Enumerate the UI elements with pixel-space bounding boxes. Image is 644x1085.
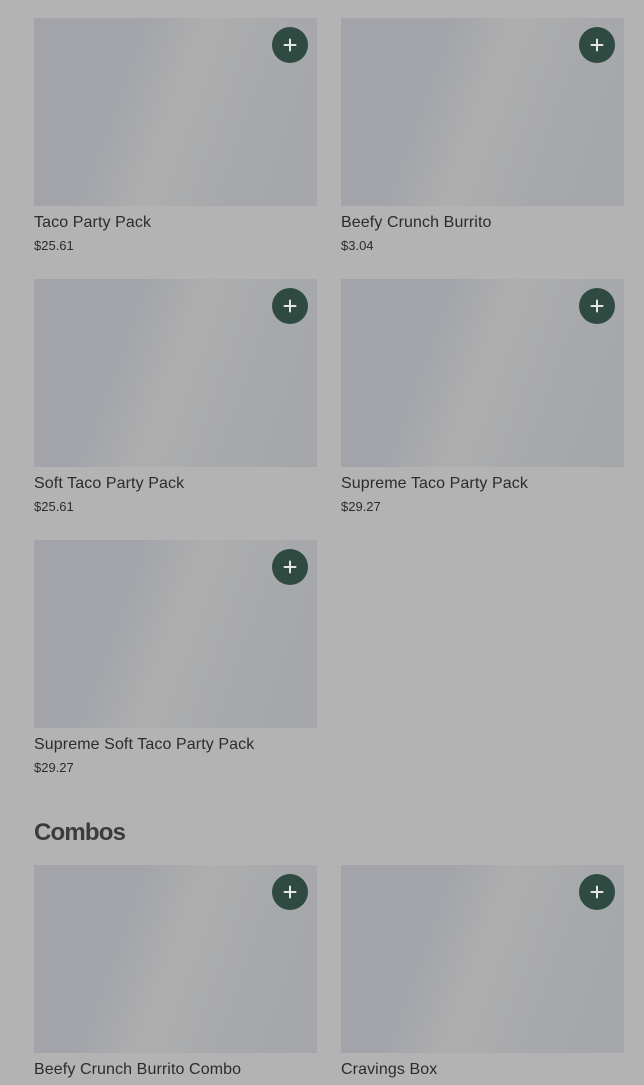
add-to-cart-button[interactable] (272, 27, 308, 63)
product-name[interactable]: Beefy Crunch Burrito (341, 213, 624, 233)
menu-page: Taco Party Pack $25.61 Beefy Crunch Burr… (0, 0, 644, 1085)
product-image[interactable] (341, 279, 624, 467)
add-to-cart-button[interactable] (579, 27, 615, 63)
add-to-cart-button[interactable] (579, 288, 615, 324)
plus-icon (283, 299, 297, 313)
plus-icon (283, 560, 297, 574)
product-card[interactable]: Soft Taco Party Pack $25.61 (34, 279, 317, 519)
plus-icon (283, 885, 297, 899)
section-title-combos: Combos (34, 819, 126, 846)
plus-icon (283, 38, 297, 52)
product-image[interactable] (34, 540, 317, 728)
product-price: $25.61 (34, 499, 74, 514)
product-image[interactable] (34, 279, 317, 467)
product-image[interactable] (34, 18, 317, 206)
product-card[interactable]: Supreme Taco Party Pack $29.27 (341, 279, 624, 519)
product-image[interactable] (34, 865, 317, 1053)
product-card[interactable]: Cravings Box (341, 865, 624, 1085)
product-image[interactable] (341, 865, 624, 1053)
product-name[interactable]: Cravings Box (341, 1060, 624, 1080)
product-price: $25.61 (34, 238, 74, 253)
product-grid: Taco Party Pack $25.61 Beefy Crunch Burr… (34, 18, 624, 780)
product-name[interactable]: Supreme Soft Taco Party Pack (34, 735, 317, 755)
plus-icon (590, 885, 604, 899)
combos-grid: Beefy Crunch Burrito Combo Cravings Box (34, 865, 624, 1085)
add-to-cart-button[interactable] (272, 288, 308, 324)
product-price: $3.04 (341, 238, 374, 253)
plus-icon (590, 299, 604, 313)
product-card[interactable]: Taco Party Pack $25.61 (34, 18, 317, 258)
plus-icon (590, 38, 604, 52)
product-image[interactable] (341, 18, 624, 206)
product-name[interactable]: Supreme Taco Party Pack (341, 474, 624, 494)
product-card[interactable]: Supreme Soft Taco Party Pack $29.27 (34, 540, 317, 780)
product-price: $29.27 (341, 499, 381, 514)
product-card[interactable]: Beefy Crunch Burrito Combo (34, 865, 317, 1085)
add-to-cart-button[interactable] (272, 874, 308, 910)
product-name[interactable]: Soft Taco Party Pack (34, 474, 317, 494)
product-price: $29.27 (34, 760, 74, 775)
product-card[interactable]: Beefy Crunch Burrito $3.04 (341, 18, 624, 258)
add-to-cart-button[interactable] (579, 874, 615, 910)
product-name[interactable]: Taco Party Pack (34, 213, 317, 233)
product-name[interactable]: Beefy Crunch Burrito Combo (34, 1060, 317, 1080)
add-to-cart-button[interactable] (272, 549, 308, 585)
